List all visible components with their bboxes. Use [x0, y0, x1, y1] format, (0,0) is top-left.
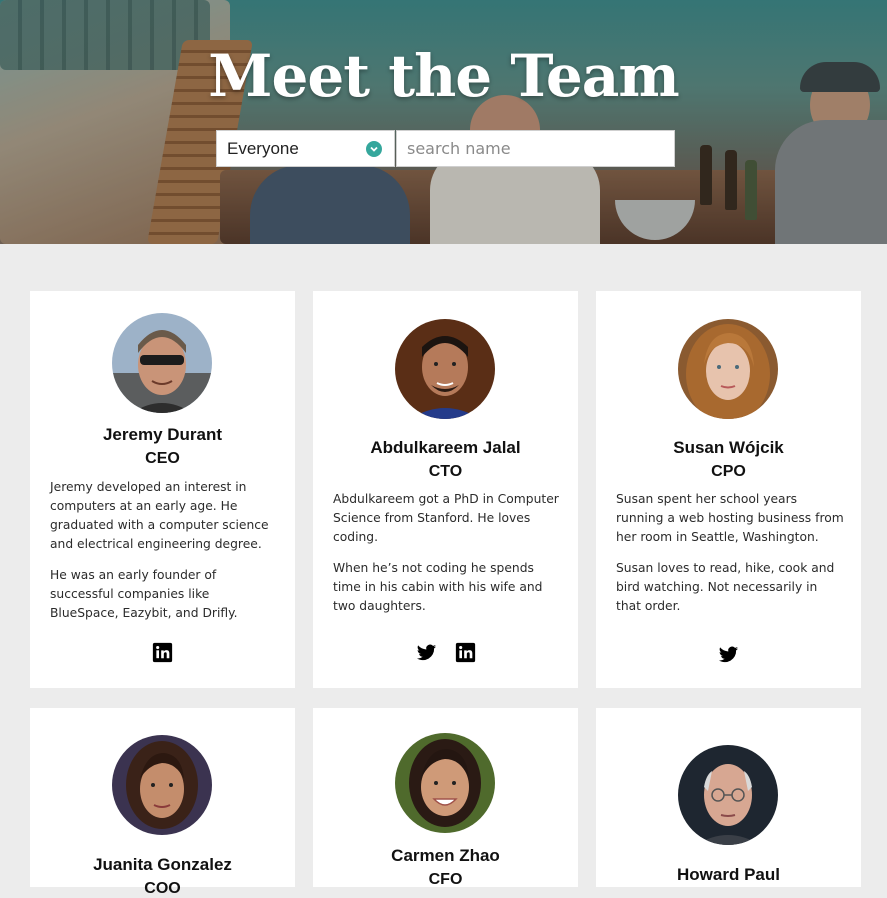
bio-paragraph: He was an early founder of successful co…: [50, 568, 238, 620]
member-name: Jeremy Durant: [102, 425, 223, 444]
member-bio: Abdulkareem got a PhD in Computer Scienc…: [333, 490, 561, 616]
avatar: [112, 735, 212, 835]
member-name: Carmen Zhao: [391, 846, 500, 865]
linkedin-icon[interactable]: [455, 642, 476, 663]
team-card: Juanita Gonzalez COO: [30, 708, 295, 897]
search-input[interactable]: [396, 130, 675, 167]
member-name: Susan Wójcik: [673, 438, 784, 457]
member-role: COO: [144, 880, 181, 897]
avatar: [678, 319, 778, 419]
avatar: [395, 733, 495, 833]
chevron-down-icon: [366, 141, 382, 157]
linkedin-icon[interactable]: [152, 642, 173, 663]
member-role: CTO: [428, 463, 463, 480]
team-card: Jeremy Durant CEO Jeremy developed an in…: [30, 291, 295, 688]
twitter-icon[interactable]: [416, 642, 437, 663]
team-card: Susan Wójcik CPO Susan spent her school …: [596, 291, 861, 688]
bio-paragraph: Abdulkareem got a PhD in Computer Scienc…: [333, 492, 559, 544]
member-bio: Susan spent her school years running a w…: [616, 490, 844, 616]
member-name: Juanita Gonzalez: [93, 855, 232, 874]
avatar: [395, 319, 495, 419]
team-filter-value: Everyone: [227, 138, 299, 158]
team-filter-select[interactable]: Everyone: [216, 130, 395, 167]
member-bio: Jeremy developed an interest in computer…: [50, 478, 278, 623]
social-links: [30, 642, 295, 663]
twitter-icon[interactable]: [718, 644, 739, 665]
member-role: CEO: [145, 450, 180, 467]
member-name: Howard Paul: [677, 865, 780, 884]
team-card: Abdulkareem Jalal CTO Abdulkareem got a …: [313, 291, 578, 688]
member-name: Abdulkareem Jalal: [370, 438, 521, 457]
bio-paragraph: When he’s not coding he spends time in h…: [333, 561, 543, 613]
bio-paragraph: Susan spent her school years running a w…: [616, 492, 844, 544]
member-role: CPO: [711, 463, 746, 480]
bio-paragraph: Jeremy developed an interest in computer…: [50, 480, 269, 551]
bio-paragraph: Susan loves to read, hike, cook and bird…: [616, 561, 835, 613]
hero-banner: [0, 0, 887, 244]
avatar: [678, 745, 778, 845]
team-card: Carmen Zhao CFO: [313, 708, 578, 888]
avatar: [112, 313, 212, 413]
member-role: CFO: [428, 871, 463, 888]
team-card: Howard Paul: [596, 708, 861, 887]
social-links: [596, 644, 861, 665]
page-title: Meet the Team: [208, 42, 679, 110]
social-links: [313, 642, 578, 663]
